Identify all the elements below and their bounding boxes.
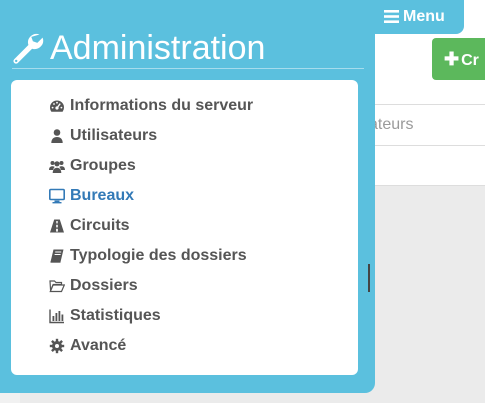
- dashboard-icon: [47, 98, 67, 114]
- menu-item-groupes[interactable]: Groupes: [47, 151, 253, 181]
- users-icon: [47, 158, 67, 174]
- admin-panel: Administration Informations du serveur U…: [0, 0, 375, 393]
- menu-item-informations-serveur[interactable]: Informations du serveur: [47, 91, 253, 121]
- menu-item-dossiers[interactable]: Dossiers: [47, 271, 253, 301]
- menu-item-label: Bureaux: [70, 187, 135, 204]
- menu-item-label: Typologie des dossiers: [70, 247, 247, 264]
- title-divider: [12, 68, 364, 69]
- admin-menu-card: Informations du serveur Utilisateurs Gro…: [11, 80, 370, 375]
- menu-toggle-button[interactable]: Menu: [370, 0, 464, 34]
- create-button[interactable]: ✚ Cr: [432, 38, 485, 80]
- scroll-indicator: [368, 264, 370, 292]
- road-icon: [47, 218, 67, 234]
- folder-open-icon: [47, 278, 67, 294]
- menu-item-circuits[interactable]: Circuits: [47, 211, 253, 241]
- wrench-icon: [10, 30, 44, 64]
- menu-item-label: Statistiques: [70, 307, 161, 324]
- admin-menu-list: Informations du serveur Utilisateurs Gro…: [47, 91, 253, 361]
- create-button-label: Cr: [461, 52, 479, 69]
- bars-icon: [384, 3, 399, 23]
- admin-title: Administration: [10, 26, 265, 70]
- column-header: ateurs: [369, 116, 414, 133]
- book-icon: [47, 248, 67, 264]
- menu-item-label: Avancé: [70, 337, 127, 354]
- gear-icon: [47, 338, 67, 354]
- menu-item-label: Informations du serveur: [70, 97, 254, 114]
- admin-title-text: Administration: [50, 29, 266, 67]
- menu-item-label: Utilisateurs: [70, 127, 158, 144]
- menu-item-label: Circuits: [70, 217, 130, 234]
- plus-icon: ✚: [444, 49, 460, 69]
- bar-chart-icon: [47, 308, 67, 324]
- menu-item-bureaux[interactable]: Bureaux: [47, 181, 253, 211]
- menu-item-typologie-dossiers[interactable]: Typologie des dossiers: [47, 241, 253, 271]
- menu-toggle-label: Menu: [403, 8, 445, 25]
- menu-item-avance[interactable]: Avancé: [47, 331, 253, 361]
- user-icon: [47, 128, 67, 144]
- menu-item-label: Dossiers: [70, 277, 138, 294]
- menu-item-label: Groupes: [70, 157, 136, 174]
- menu-item-utilisateurs[interactable]: Utilisateurs: [47, 121, 253, 151]
- menu-item-statistiques[interactable]: Statistiques: [47, 301, 253, 331]
- desktop-icon: [47, 188, 67, 204]
